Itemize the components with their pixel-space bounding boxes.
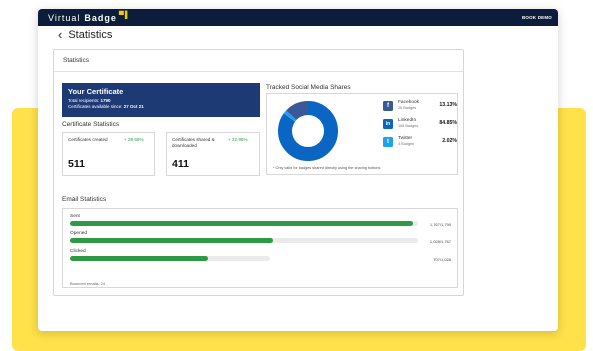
certificate-heading: Your Certificate	[68, 87, 124, 96]
statistics-card: Statistics Your Certificate Total recipi…	[53, 49, 464, 296]
linkedin-icon: in	[383, 119, 393, 129]
social-note: * Only valid for badges shared directly …	[273, 166, 381, 170]
email-statistics-heading: Email Statistics	[62, 196, 107, 203]
book-demo-link[interactable]: BOOK DEMO	[522, 15, 552, 20]
available-since: Certificates available since: 27 Oct 21	[68, 104, 254, 110]
social-row-facebook: f Facebook 26 Badges 13.13%	[383, 100, 457, 111]
created-trend: + 29.55%	[124, 137, 144, 142]
social-donut-chart	[278, 101, 338, 161]
certificates-created-box: Certificates created + 29.55% 511	[62, 132, 155, 176]
social-shares-box: f Facebook 26 Badges 13.13% in LinkedIn …	[266, 93, 458, 175]
social-text-twitter: Twitter 4 Badges	[398, 136, 414, 146]
recipients-value: 1790	[100, 98, 111, 103]
social-row-linkedin: in LinkedIn 168 Badges 84.85%	[383, 118, 457, 129]
available-value: 27 Oct 21	[123, 104, 144, 109]
logo-text-bold: Badge	[84, 12, 117, 23]
page-header: ‹ Statistics	[58, 28, 112, 41]
social-text-linkedin: LinkedIn 168 Badges	[398, 118, 418, 128]
social-shares-heading: Tracked Social Media Shares	[266, 84, 351, 91]
email-bar-fill	[70, 238, 273, 243]
your-certificate-box: Your Certificate Total recipients: 1790 …	[62, 83, 260, 117]
created-value: 511	[68, 158, 85, 170]
certificates-shared-box: Certificates shared & downloaded + 22.95…	[166, 132, 260, 176]
social-sub: 168 Badges	[398, 123, 419, 128]
top-navbar: Virtual Badge ▀▌ BOOK DEMO	[38, 9, 558, 26]
social-name: Facebook	[398, 100, 420, 105]
email-bar-opened	[70, 238, 418, 243]
chevron-left-icon[interactable]: ‹	[58, 28, 62, 41]
shared-value: 411	[172, 158, 189, 170]
email-row-count: 707/1,028	[433, 257, 451, 262]
recipients-label: Total recipients:	[68, 98, 100, 103]
logo-mark-icon: ▀▌	[118, 11, 131, 19]
shared-trend: + 22.95%	[228, 137, 248, 142]
facebook-icon: f	[383, 101, 393, 111]
email-row-label: Opened	[70, 231, 88, 236]
social-text-facebook: Facebook 26 Badges	[398, 100, 419, 110]
certificate-statistics-heading: Certificate Statistics	[62, 121, 120, 128]
email-row-count: 1,028/1,767	[429, 239, 451, 244]
social-percent: 13.13%	[439, 102, 457, 108]
email-bar-clicked	[70, 256, 270, 261]
email-row-count: 1,767/1,790	[429, 222, 451, 227]
social-row-twitter: t Twitter 4 Badges 2.02%	[383, 136, 457, 147]
twitter-icon: t	[383, 137, 393, 147]
social-percent: 2.02%	[442, 138, 457, 144]
email-statistics-box: Sent 1,767/1,790 Opened 1,028/1,767 Clic…	[62, 208, 458, 288]
logo-text-light: Virtual	[48, 12, 81, 23]
available-label: Certificates available since:	[68, 104, 123, 109]
shared-label: Certificates shared & downloaded	[172, 137, 215, 148]
created-label: Certificates created	[68, 137, 108, 142]
email-bar-fill	[70, 221, 414, 226]
social-sub: 26 Badges	[398, 105, 417, 110]
page-title: Statistics	[68, 28, 113, 41]
email-bar-fill	[70, 256, 208, 261]
social-percent: 84.85%	[439, 120, 457, 126]
email-row-label: Sent	[70, 214, 80, 219]
email-row-label: Clicked	[70, 249, 86, 254]
social-name: Twitter	[398, 136, 413, 141]
social-sub: 4 Badges	[398, 141, 415, 146]
social-name: LinkedIn	[398, 118, 417, 123]
card-title: Statistics	[54, 50, 463, 72]
virtualbadge-logo[interactable]: Virtual Badge ▀▌	[48, 11, 131, 23]
bounced-emails: Bounced emails: 24	[70, 281, 106, 286]
email-bar-sent	[70, 221, 418, 226]
